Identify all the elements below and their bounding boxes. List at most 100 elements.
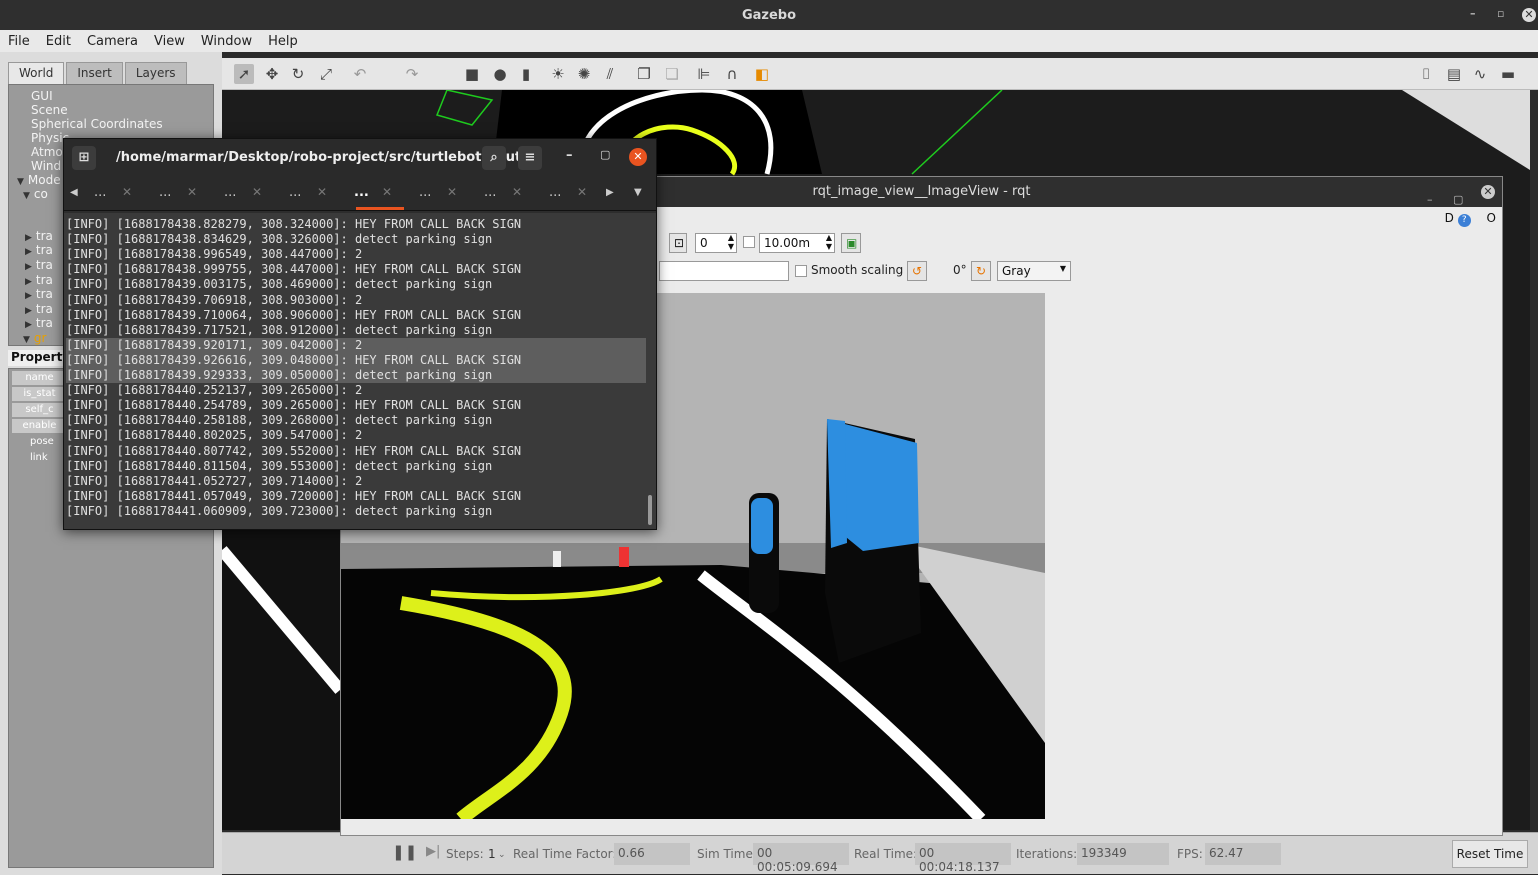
screenshot-icon[interactable]: ⌷: [1416, 64, 1436, 84]
scale-tool-icon[interactable]: ⤢: [316, 64, 336, 84]
property-row-self-c[interactable]: self_c: [12, 403, 67, 417]
rqt-close-icon[interactable]: ✕: [1481, 185, 1495, 199]
log-icon[interactable]: ▤: [1444, 64, 1464, 84]
step-icon[interactable]: ▶|: [426, 844, 440, 859]
property-row-enable[interactable]: enable: [12, 419, 67, 433]
terminal-tab-close-icon[interactable]: ✕: [382, 185, 392, 199]
tree-item[interactable]: GUI: [31, 89, 53, 103]
terminal-tab-close-icon[interactable]: ✕: [187, 185, 197, 199]
property-row-is-stat[interactable]: is_stat: [12, 387, 67, 401]
terminal-tab[interactable]: ...: [549, 185, 561, 200]
point-light-icon[interactable]: ☀: [548, 64, 568, 84]
scroll-tabs-right-icon[interactable]: ▶: [606, 187, 614, 198]
expand-arrow-icon[interactable]: ▼: [23, 191, 30, 201]
tree-item[interactable]: Scene: [31, 103, 68, 117]
color-scheme-select[interactable]: Gray ▼: [997, 261, 1071, 281]
terminal-tab[interactable]: ...: [159, 185, 171, 200]
terminal-tab[interactable]: ...: [484, 185, 496, 200]
minimize-icon[interactable]: –: [1470, 7, 1476, 20]
cylinder-shape-icon[interactable]: ▮: [516, 64, 536, 84]
terminal-tab[interactable]: ...: [354, 185, 369, 200]
terminal-tab-close-icon[interactable]: ✕: [512, 185, 522, 199]
spot-light-icon[interactable]: ✺: [574, 64, 594, 84]
collapse-arrow-icon[interactable]: ▶: [25, 291, 32, 301]
terminal-scrollbar[interactable]: [648, 495, 652, 525]
menu-help[interactable]: Help: [260, 34, 306, 49]
expand-arrow-icon[interactable]: ▼: [17, 177, 24, 187]
paste-icon[interactable]: ❏: [662, 64, 682, 84]
tab-insert[interactable]: Insert: [66, 62, 123, 84]
save-image-icon[interactable]: ▣: [841, 233, 861, 253]
tree-item[interactable]: ▶ tra: [25, 273, 53, 287]
view-angle-icon[interactable]: ◧: [752, 64, 772, 84]
undo-icon[interactable]: ↶: [350, 64, 370, 84]
dock-label[interactable]: D: [1445, 211, 1454, 225]
collapse-arrow-icon[interactable]: ▶: [25, 277, 32, 287]
help-icon[interactable]: ?: [1457, 214, 1471, 227]
pause-icon[interactable]: ❚❚: [392, 843, 417, 861]
tree-item[interactable]: Atmo: [31, 145, 63, 159]
tree-item[interactable]: ▶ tra: [25, 287, 53, 301]
copy-icon[interactable]: ❐: [634, 64, 654, 84]
property-row-pose[interactable]: pose: [12, 435, 67, 449]
tree-item[interactable]: ▼ gr: [23, 331, 46, 345]
rqt-minimize-icon[interactable]: –: [1427, 185, 1433, 215]
terminal-tab[interactable]: ...: [289, 185, 301, 200]
menu-edit[interactable]: Edit: [38, 34, 79, 49]
tree-item[interactable]: ▶ tra: [25, 229, 53, 243]
terminal-tab-close-icon[interactable]: ✕: [252, 185, 262, 199]
terminal-minimize-icon[interactable]: –: [566, 148, 573, 163]
collapse-arrow-icon[interactable]: ▶: [25, 262, 32, 272]
menu-file[interactable]: File: [0, 34, 38, 49]
tab-layers[interactable]: Layers: [124, 62, 187, 84]
options-label[interactable]: O: [1487, 211, 1496, 225]
terminal-tab-close-icon[interactable]: ✕: [122, 185, 132, 199]
reset-time-button[interactable]: Reset Time: [1452, 840, 1528, 868]
rotate-tool-icon[interactable]: ↻: [288, 64, 308, 84]
sphere-shape-icon[interactable]: ●: [490, 64, 510, 84]
property-row-link[interactable]: link: [12, 451, 67, 465]
terminal-output[interactable]: [INFO] [1688178438.828279, 308.324000]: …: [64, 213, 656, 529]
fit-icon[interactable]: ⊡: [669, 233, 687, 253]
tree-item[interactable]: ▼ co: [23, 187, 48, 201]
search-icon[interactable]: ⌕: [482, 146, 506, 170]
scroll-tabs-left-icon[interactable]: ◀: [70, 187, 78, 198]
collapse-arrow-icon[interactable]: ▶: [25, 306, 32, 316]
tree-item[interactable]: ▼ Mode: [17, 173, 61, 187]
terminal-tab[interactable]: ...: [224, 185, 236, 200]
property-row-name[interactable]: name: [12, 371, 67, 385]
max-distance-checkbox[interactable]: [743, 236, 755, 248]
close-icon[interactable]: ✕: [1522, 8, 1536, 22]
tree-item[interactable]: ▶ tra: [25, 302, 53, 316]
select-tool-icon[interactable]: ➚: [234, 64, 254, 84]
terminal-close-icon[interactable]: ✕: [629, 148, 647, 166]
record-video-icon[interactable]: ▬: [1498, 64, 1518, 84]
tree-item[interactable]: Wind: [31, 159, 61, 173]
collapse-arrow-icon[interactable]: ▶: [25, 320, 32, 330]
tree-item[interactable]: ▶ tra: [25, 258, 53, 272]
tabs-dropdown-icon[interactable]: ▼: [634, 187, 642, 198]
terminal-tab[interactable]: ...: [419, 185, 431, 200]
menu-camera[interactable]: Camera: [79, 34, 146, 49]
terminal-tab[interactable]: ...: [94, 185, 106, 200]
directional-light-icon[interactable]: ⫽: [600, 64, 620, 84]
rotate-left-icon[interactable]: ↺: [907, 261, 927, 281]
expand-arrow-icon[interactable]: ▼: [23, 335, 30, 345]
menu-icon[interactable]: ≡: [518, 146, 542, 170]
terminal-tab-close-icon[interactable]: ✕: [577, 185, 587, 199]
spin-input[interactable]: 0 ▲ ▼: [695, 233, 737, 253]
tab-world[interactable]: World: [8, 62, 65, 84]
rotate-right-icon[interactable]: ↻: [971, 261, 991, 281]
terminal-tab-close-icon[interactable]: ✕: [317, 185, 327, 199]
menu-window[interactable]: Window: [193, 34, 260, 49]
tree-item[interactable]: ▶ tra: [25, 316, 53, 330]
maximize-icon[interactable]: ▫: [1497, 7, 1504, 20]
plot-icon[interactable]: ∿: [1470, 64, 1490, 84]
redo-icon[interactable]: ↷: [402, 64, 422, 84]
menu-view[interactable]: View: [146, 34, 193, 49]
terminal-tab-close-icon[interactable]: ✕: [447, 185, 457, 199]
tree-item[interactable]: Spherical Coordinates: [31, 117, 163, 131]
steps-value[interactable]: 1: [488, 847, 496, 861]
distance-input[interactable]: 10.00m ▲ ▼: [759, 233, 835, 253]
tree-item[interactable]: ▶ tra: [25, 243, 53, 257]
